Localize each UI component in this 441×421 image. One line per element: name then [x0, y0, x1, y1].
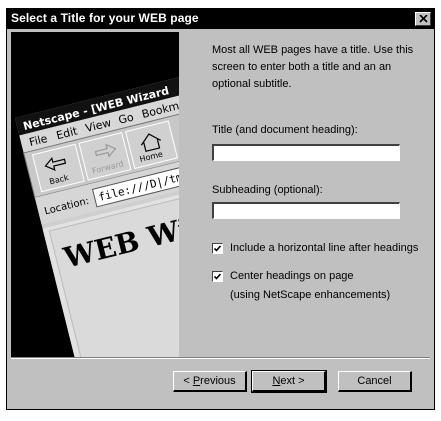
dialog-title: Select a Title for your WEB page [11, 11, 199, 25]
next-label-rest: ext > [280, 374, 305, 387]
title-bar[interactable]: Select a Title for your WEB page [7, 9, 434, 29]
checkmark-icon [213, 273, 222, 280]
close-icon [418, 15, 428, 23]
form-area: Most all WEB pages have a title. Use thi… [212, 42, 427, 301]
netscape-screenshot-image: Netscape - [WEB Wizard File Edit View Go… [11, 32, 179, 357]
subheading-label: Subheading (optional): [212, 184, 323, 196]
checkmark-icon [213, 245, 222, 252]
netscape-illustration: Netscape - [WEB Wizard File Edit View Go… [11, 32, 179, 357]
title-input[interactable] [212, 144, 400, 161]
previous-button[interactable]: < Previous [173, 371, 247, 392]
previous-prefix: < [183, 374, 193, 387]
wizard-dialog: Select a Title for your WEB page Netscap… [6, 8, 435, 410]
center-headings-checkbox[interactable] [212, 271, 223, 282]
center-headings-sublabel: (using NetScape enhancements) [230, 289, 391, 301]
button-separator [11, 357, 430, 359]
horizontal-line-label: Include a horizontal line after headings [230, 242, 419, 254]
close-button[interactable] [415, 12, 431, 26]
title-label: Title (and document heading): [212, 124, 358, 136]
next-button[interactable]: Next > [251, 370, 327, 393]
previous-label-rest: revious [200, 374, 236, 387]
subheading-input[interactable] [212, 202, 400, 219]
horizontal-line-checkbox[interactable] [212, 243, 223, 254]
intro-text: Most all WEB pages have a title. Use thi… [212, 44, 414, 90]
center-headings-label: Center headings on page [230, 270, 354, 282]
cancel-button[interactable]: Cancel [338, 371, 412, 392]
